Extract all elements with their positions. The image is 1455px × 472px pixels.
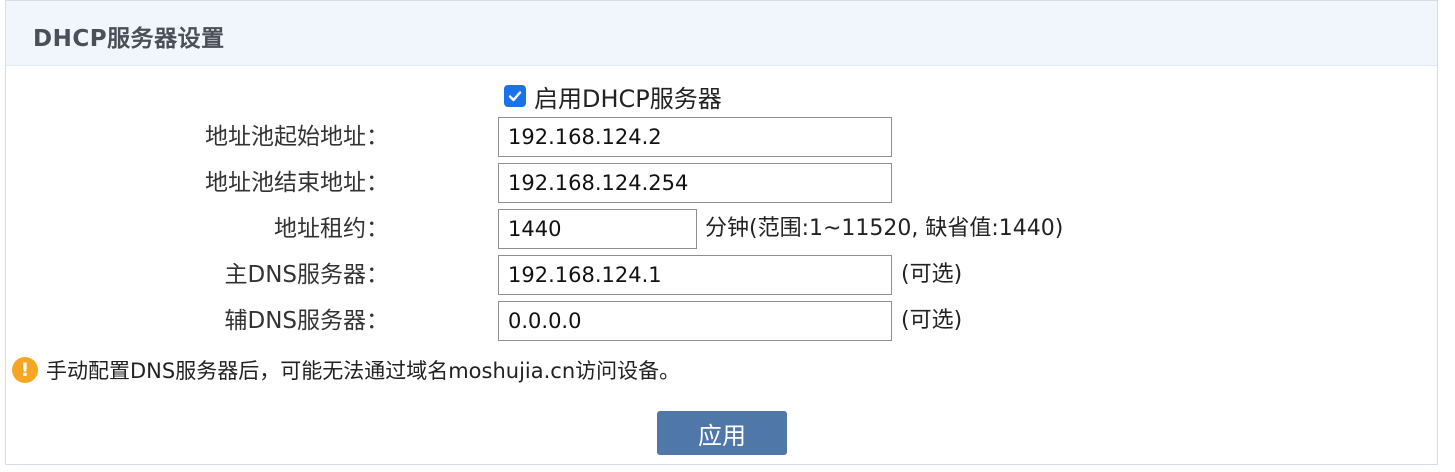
enable-dhcp-row: 启用DHCP服务器 <box>504 79 722 114</box>
primary-dns-optional-hint: (可选) <box>901 262 963 287</box>
secondary-dns-label: 辅DNS服务器： <box>224 308 389 334</box>
primary-dns-label: 主DNS服务器： <box>224 262 389 288</box>
lease-hint: 分钟(范围:1~11520, 缺省值:1440) <box>705 216 1064 241</box>
primary-dns-input[interactable] <box>498 255 892 295</box>
checkmark-icon <box>508 91 522 102</box>
lease-input[interactable] <box>498 209 697 249</box>
lease-label: 地址租约： <box>274 216 389 242</box>
dns-warning: ! 手动配置DNS服务器后，可能无法通过域名moshujia.cn访问设备。 <box>12 355 680 385</box>
dns-warning-text: 手动配置DNS服务器后，可能无法通过域名moshujia.cn访问设备。 <box>46 359 681 383</box>
pool-start-input[interactable] <box>498 117 892 157</box>
exclamation-icon: ! <box>12 357 38 383</box>
enable-dhcp-label[interactable]: 启用DHCP服务器 <box>534 79 722 114</box>
enable-dhcp-checkbox[interactable] <box>504 85 526 107</box>
secondary-dns-input[interactable] <box>498 301 892 341</box>
panel-header: DHCP服务器设置 <box>6 1 1437 66</box>
secondary-dns-optional-hint: (可选) <box>901 308 963 333</box>
panel-title: DHCP服务器设置 <box>33 26 225 52</box>
pool-end-input[interactable] <box>498 163 892 203</box>
pool-end-label: 地址池结束地址： <box>205 170 389 196</box>
pool-start-label: 地址池起始地址： <box>205 124 389 150</box>
apply-button[interactable]: 应用 <box>657 411 787 455</box>
